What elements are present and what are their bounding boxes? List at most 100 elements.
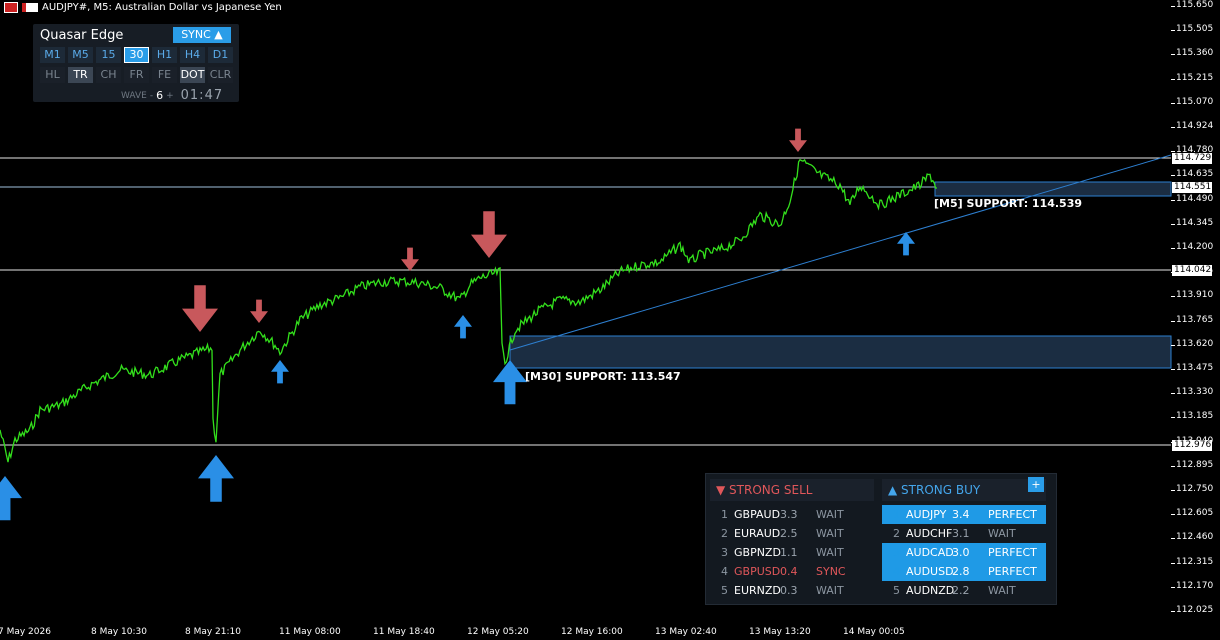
time-tick-label: 13 May 13:20 bbox=[749, 627, 811, 637]
tool-row: HL TR CH FR FE DOT CLR bbox=[40, 67, 233, 83]
add-symbol-button[interactable]: + bbox=[1028, 477, 1044, 492]
price-line bbox=[0, 158, 937, 463]
row-index: 1 bbox=[721, 508, 728, 521]
time-axis[interactable]: 7 May 2026 8 May 10:30 8 May 21:10 11 May 0… bbox=[0, 626, 1171, 640]
price-axis[interactable]: 115.650 115.505 115.360 115.215 115.070 114.9… bbox=[1171, 0, 1220, 640]
timeframe-button-d1[interactable]: D1 bbox=[208, 47, 233, 63]
signal-status: SYNC bbox=[816, 565, 846, 578]
price-tick-mark bbox=[1171, 514, 1175, 516]
tool-button-fe[interactable]: FE bbox=[152, 67, 177, 83]
m30-support-label: [M30] SUPPORT: 113.547 bbox=[525, 370, 681, 383]
scanner-row-gbpusd[interactable]: 4 GBPUSD 0.4 SYNC bbox=[710, 562, 874, 581]
flag-icon bbox=[4, 2, 18, 13]
price-tick-mark bbox=[1171, 611, 1175, 612]
price-tick-mark bbox=[1171, 393, 1175, 395]
time-tick-label: 12 May 16:00 bbox=[561, 627, 623, 637]
timeframe-button-m1[interactable]: M1 bbox=[40, 47, 65, 63]
price-tick-label: 114.345 bbox=[1176, 217, 1214, 228]
price-tick-label: 115.650 bbox=[1176, 0, 1214, 10]
price-tick-mark bbox=[1171, 417, 1175, 419]
price-tick-label: 112.170 bbox=[1176, 580, 1214, 591]
price-tick-label: 115.505 bbox=[1176, 24, 1214, 35]
price-tick-mark bbox=[1171, 199, 1175, 201]
timeframe-row: M1 M5 15 30 H1 H4 D1 bbox=[40, 47, 233, 63]
scanner-row-gbpaud[interactable]: 1 GBPAUD 3.3 WAIT bbox=[710, 505, 874, 524]
scanner-row-audjpy[interactable]: 1 AUDJPY 3.4 PERFECT bbox=[882, 505, 1046, 524]
m30-support-zone bbox=[509, 335, 1172, 369]
price-tick-mark bbox=[1171, 562, 1175, 564]
buy-arrow-icon bbox=[454, 315, 472, 339]
scanner-row-audusd[interactable]: 4 AUDUSD 2.8 PERFECT bbox=[882, 562, 1046, 581]
sell-arrow-icon bbox=[401, 247, 419, 271]
price-tick-label: 115.215 bbox=[1176, 72, 1214, 83]
row-index: 3 bbox=[721, 546, 728, 559]
price-tick-label: 114.924 bbox=[1176, 121, 1214, 131]
scanner-row-euraud[interactable]: 2 EURAUD 2.5 WAIT bbox=[710, 524, 874, 543]
time-tick-label: 7 May 2026 bbox=[0, 627, 51, 637]
price-tick-mark bbox=[1171, 320, 1175, 322]
row-index: 3 bbox=[893, 546, 900, 559]
price-level-tag: 114.551 bbox=[1172, 182, 1212, 193]
sync-button[interactable]: SYNC ▲ bbox=[173, 27, 231, 43]
symbol-label: AUDUSD bbox=[906, 565, 954, 578]
price-tick-label: 113.330 bbox=[1176, 387, 1214, 398]
wave-label: WAVE bbox=[121, 90, 147, 101]
time-tick-label: 12 May 05:20 bbox=[467, 627, 529, 637]
price-tick-mark bbox=[1171, 102, 1175, 104]
price-tick-mark bbox=[1171, 30, 1175, 32]
symbol-label: AUDNZD bbox=[906, 584, 955, 597]
row-index: 4 bbox=[893, 565, 900, 578]
tool-button-dot[interactable]: DOT bbox=[180, 67, 205, 83]
price-tick-mark bbox=[1171, 586, 1175, 588]
tool-button-fr[interactable]: FR bbox=[124, 67, 149, 83]
row-index: 5 bbox=[721, 584, 728, 597]
tool-button-clr[interactable]: CLR bbox=[208, 67, 233, 83]
tool-button-hl[interactable]: HL bbox=[40, 67, 65, 83]
timeframe-button-m5[interactable]: M5 bbox=[68, 47, 93, 63]
price-tick-mark bbox=[1171, 54, 1175, 56]
symbol-label: AUDCAD bbox=[906, 546, 954, 559]
price-level-tag: 114.042 bbox=[1172, 265, 1212, 276]
timeframe-button-h4[interactable]: H4 bbox=[180, 47, 205, 63]
scanner-row-gbpnzd[interactable]: 3 GBPNZD 1.1 WAIT bbox=[710, 543, 874, 562]
scanner-row-audcad[interactable]: 3 AUDCAD 3.0 PERFECT bbox=[882, 543, 1046, 562]
price-tick-mark bbox=[1171, 538, 1175, 540]
price-tick-mark bbox=[1171, 490, 1175, 491]
time-tick-label: 13 May 02:40 bbox=[655, 627, 717, 637]
strength-value: 3.4 bbox=[952, 508, 970, 521]
wave-control: WAVE - 6 + 01:47 bbox=[121, 88, 223, 103]
row-index: 5 bbox=[893, 584, 900, 597]
timeframe-button-h1[interactable]: H1 bbox=[152, 47, 177, 63]
price-level-tag: 112.976 bbox=[1172, 440, 1212, 451]
countdown-timer: 01:47 bbox=[180, 88, 224, 103]
scanner-row-eurnzd[interactable]: 5 EURNZD 0.3 WAIT bbox=[710, 581, 874, 600]
timeframe-button-15[interactable]: 15 bbox=[96, 47, 121, 63]
strength-value: 2.5 bbox=[780, 527, 798, 540]
signal-status: WAIT bbox=[816, 508, 844, 521]
price-tick-label: 112.460 bbox=[1176, 532, 1214, 543]
strength-value: 2.2 bbox=[952, 584, 970, 597]
buy-arrow-icon bbox=[271, 360, 289, 384]
wave-decrease-button[interactable]: - bbox=[150, 91, 153, 101]
strong-buy-column: ▲ STRONG BUY 1 AUDJPY 3.4 PERFECT 2 AUDCHF 3.1… bbox=[882, 479, 1046, 600]
buy-arrow-icon bbox=[0, 476, 22, 521]
timeframe-button-30[interactable]: 30 bbox=[124, 47, 149, 63]
scanner-row-audnzd[interactable]: 5 AUDNZD 2.2 WAIT bbox=[882, 581, 1046, 600]
symbol-label: EURAUD bbox=[734, 527, 781, 540]
wave-increase-button[interactable]: + bbox=[166, 91, 174, 101]
strong-buy-header: ▲ STRONG BUY bbox=[882, 479, 1046, 501]
tool-button-ch[interactable]: CH bbox=[96, 67, 121, 83]
price-tick-mark bbox=[1171, 248, 1175, 249]
price-tick-mark bbox=[1171, 344, 1175, 346]
scanner-row-audchf[interactable]: 2 AUDCHF 3.1 WAIT bbox=[882, 524, 1046, 543]
time-tick-label: 11 May 18:40 bbox=[373, 627, 435, 637]
signal-status: WAIT bbox=[988, 527, 1016, 540]
price-tick-label: 112.895 bbox=[1176, 459, 1214, 470]
tool-button-tr[interactable]: TR bbox=[68, 67, 93, 83]
price-tick-mark bbox=[1171, 465, 1175, 467]
chart-title: AUDJPY#, M5: Australian Dollar vs Japane… bbox=[42, 2, 282, 13]
price-tick-label: 114.635 bbox=[1176, 169, 1214, 180]
sell-arrow-icon bbox=[471, 211, 507, 258]
signal-status: PERFECT bbox=[988, 546, 1037, 559]
price-tick-label: 113.765 bbox=[1176, 314, 1214, 325]
